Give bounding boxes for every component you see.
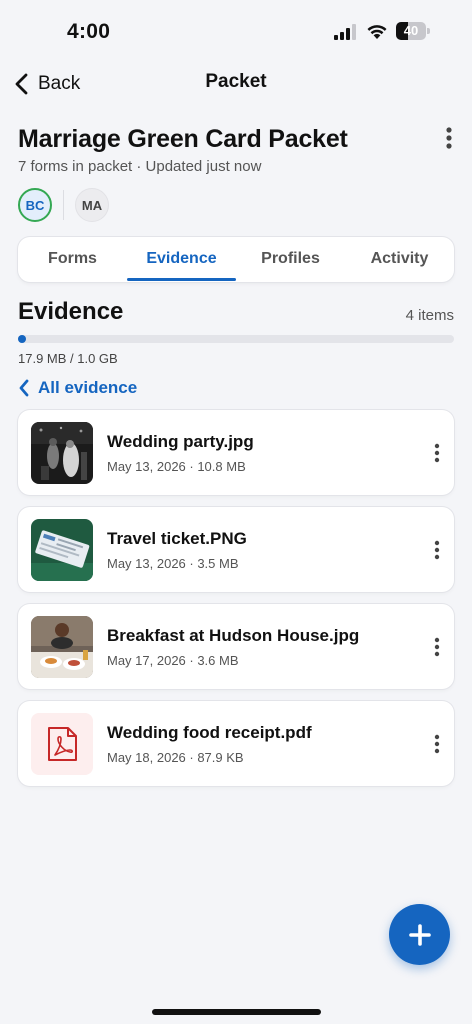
pdf-icon — [48, 727, 77, 761]
evidence-name: Wedding party.jpg — [107, 432, 254, 451]
avatar-divider — [63, 190, 64, 220]
section-title: Evidence — [18, 298, 124, 325]
more-vertical-icon[interactable] — [430, 539, 444, 561]
packet-subtitle: 7 forms in packet · Updated just now — [18, 158, 262, 175]
storage-usage: 17.9 MB / 1.0 GB — [18, 351, 118, 366]
battery-icon: 40 — [396, 22, 430, 40]
evidence-item[interactable]: Breakfast at Hudson House.jpg May 17, 20… — [18, 604, 454, 689]
tab-forms[interactable]: Forms — [18, 237, 127, 282]
all-evidence-label: All evidence — [38, 378, 138, 397]
travel-ticket-photo — [31, 519, 93, 581]
tab-profiles[interactable]: Profiles — [236, 237, 345, 282]
home-indicator — [152, 1009, 321, 1015]
chevron-left-icon — [19, 379, 29, 397]
battery-level: 40 — [403, 23, 419, 38]
nav-title: Packet — [205, 71, 267, 92]
pdf-thumbnail — [31, 713, 93, 775]
evidence-meta: May 18, 2026 · 87.9 KB — [107, 750, 244, 765]
avatar-bc[interactable]: BC — [18, 188, 52, 222]
tab-activity[interactable]: Activity — [345, 237, 454, 282]
add-evidence-button[interactable] — [389, 904, 450, 965]
evidence-item[interactable]: Wedding food receipt.pdf May 18, 2026 · … — [18, 701, 454, 786]
collaborator-avatars: BC MA — [18, 188, 109, 222]
packet-tabs: Forms Evidence Profiles Activity — [18, 237, 454, 282]
evidence-item[interactable]: Wedding party.jpg May 13, 2026 · 10.8 MB — [18, 410, 454, 495]
wedding-party-photo — [31, 422, 93, 484]
evidence-meta: May 17, 2026 · 3.6 MB — [107, 653, 239, 668]
status-time: 4:00 — [67, 20, 111, 43]
tab-evidence[interactable]: Evidence — [127, 237, 236, 282]
evidence-item[interactable]: Travel ticket.PNG May 13, 2026 · 3.5 MB — [18, 507, 454, 592]
more-vertical-icon[interactable] — [430, 636, 444, 658]
page-title: Marriage Green Card Packet — [18, 125, 348, 153]
storage-progress-bar — [18, 335, 454, 343]
evidence-name: Wedding food receipt.pdf — [107, 723, 312, 742]
more-vertical-icon[interactable] — [430, 442, 444, 464]
evidence-name: Breakfast at Hudson House.jpg — [107, 626, 360, 645]
more-vertical-icon[interactable] — [440, 126, 458, 150]
wifi-icon — [367, 25, 387, 39]
breakfast-photo — [31, 616, 93, 678]
evidence-meta: May 13, 2026 · 3.5 MB — [107, 556, 239, 571]
plus-icon — [408, 923, 431, 946]
more-vertical-icon[interactable] — [430, 733, 444, 755]
evidence-meta: May 13, 2026 · 10.8 MB — [107, 459, 246, 474]
all-evidence-link[interactable]: All evidence — [18, 378, 137, 398]
storage-progress-fill — [18, 335, 26, 343]
evidence-name: Travel ticket.PNG — [107, 529, 247, 548]
nav-bar: Back Packet — [0, 62, 472, 106]
signal-icon — [334, 24, 358, 40]
avatar-ma[interactable]: MA — [75, 188, 109, 222]
item-count: 4 items — [405, 307, 454, 324]
status-bar: 4:00 40 — [0, 0, 472, 60]
